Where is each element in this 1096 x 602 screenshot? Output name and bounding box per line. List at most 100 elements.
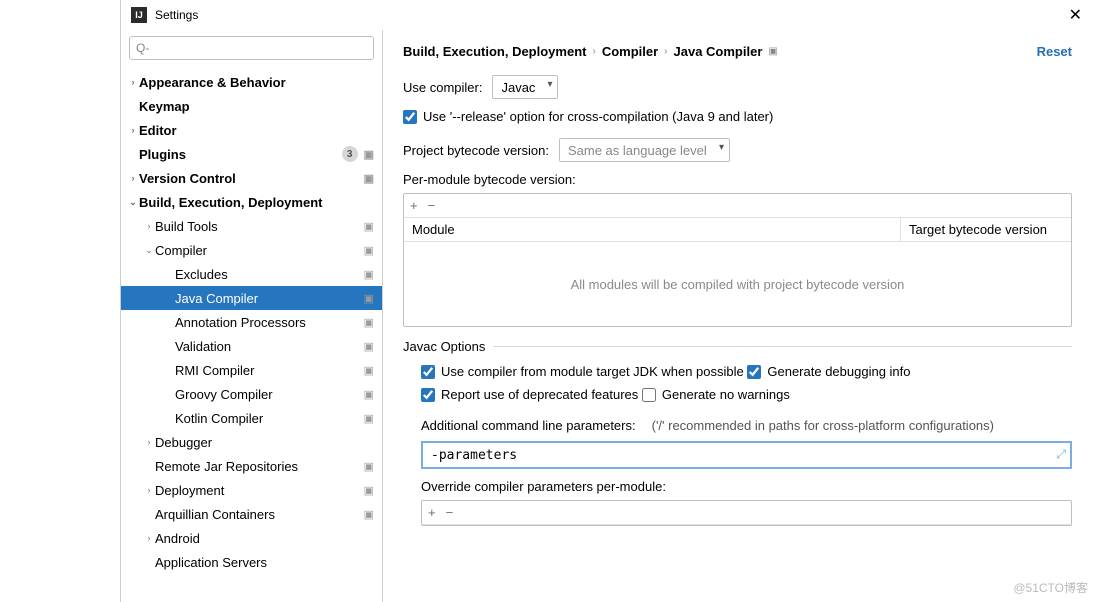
- release-option-checkbox[interactable]: [403, 110, 417, 124]
- tree-item-label: Annotation Processors: [175, 315, 306, 330]
- tree-item[interactable]: ›Android: [121, 526, 382, 550]
- chevron-right-icon: ›: [664, 46, 667, 57]
- tree-item[interactable]: Remote Jar Repositories▣: [121, 454, 382, 478]
- grid-empty-text: All modules will be compiled with projec…: [404, 242, 1071, 326]
- tree-item[interactable]: ›Deployment▣: [121, 478, 382, 502]
- project-icon: ▣: [364, 316, 374, 329]
- javac-options-label: Javac Options: [403, 339, 485, 354]
- params-input[interactable]: [421, 441, 1072, 469]
- tree-item[interactable]: Arquillian Containers ▣: [121, 502, 382, 526]
- tree-item[interactable]: Java Compiler ▣: [121, 286, 382, 310]
- project-icon: ▣: [364, 460, 374, 473]
- tree-item[interactable]: ›Version Control ▣: [121, 166, 382, 190]
- opt-deprecated-checkbox[interactable]: [421, 388, 435, 402]
- per-module-grid: + − Module Target bytecode version All m…: [403, 193, 1072, 327]
- chevron-right-icon: ›: [592, 46, 595, 57]
- project-icon: ▣: [364, 412, 374, 425]
- opt-nowarn-checkbox[interactable]: [642, 388, 656, 402]
- tree-item[interactable]: ⌄Build, Execution, Deployment: [121, 190, 382, 214]
- remove-icon[interactable]: −: [446, 505, 454, 520]
- tree-item-label: Deployment: [155, 483, 224, 498]
- chevron-icon: ›: [143, 221, 155, 231]
- close-icon[interactable]: ✕: [1065, 5, 1086, 25]
- tree-item-label: Keymap: [139, 99, 190, 114]
- project-icon: ▣: [364, 220, 374, 233]
- opt-module-jdk-checkbox[interactable]: [421, 365, 435, 379]
- tree-item-label: RMI Compiler: [175, 363, 254, 378]
- tree-item[interactable]: Plugins 3 ▣: [121, 142, 382, 166]
- tree-item[interactable]: Excludes▣: [121, 262, 382, 286]
- breadcrumb: Build, Execution, Deployment › Compiler …: [403, 44, 1072, 59]
- chevron-icon: ›: [127, 173, 139, 183]
- project-icon: ▣: [364, 244, 374, 257]
- breadcrumb-root[interactable]: Build, Execution, Deployment: [403, 44, 586, 59]
- tree-item[interactable]: Annotation Processors ▣: [121, 310, 382, 334]
- tree-item-label: Appearance & Behavior: [139, 75, 286, 90]
- divider: [493, 346, 1072, 347]
- tree-item[interactable]: RMI Compiler▣: [121, 358, 382, 382]
- project-icon: ▣: [364, 388, 374, 401]
- tree-item[interactable]: Validation ▣: [121, 334, 382, 358]
- tree-item-label: Validation: [175, 339, 231, 354]
- project-icon: ▣: [768, 46, 777, 57]
- tree-item[interactable]: Keymap: [121, 94, 382, 118]
- remove-icon[interactable]: −: [428, 198, 436, 213]
- chevron-icon: ›: [143, 533, 155, 543]
- tree-item-label: Arquillian Containers: [155, 507, 275, 522]
- search-input[interactable]: [129, 36, 374, 60]
- chevron-icon: ›: [143, 485, 155, 495]
- project-icon: ▣: [364, 292, 374, 305]
- content-panel: Build, Execution, Deployment › Compiler …: [383, 30, 1096, 602]
- tree-item-label: Android: [155, 531, 200, 546]
- project-bytecode-select[interactable]: Same as language level: [559, 138, 730, 162]
- project-icon: ▣: [364, 148, 374, 161]
- release-option-label: Use '--release' option for cross-compila…: [423, 109, 773, 124]
- tree-item[interactable]: Application Servers: [121, 550, 382, 574]
- tree-item-label: Compiler: [155, 243, 207, 258]
- add-icon[interactable]: +: [410, 198, 418, 213]
- params-label: Additional command line parameters:: [421, 418, 636, 433]
- chevron-icon: ›: [127, 77, 139, 87]
- chevron-icon: ⌄: [143, 245, 155, 256]
- override-grid: + −: [421, 500, 1072, 526]
- tree-item[interactable]: Groovy Compiler ▣: [121, 382, 382, 406]
- chevron-icon: ›: [143, 437, 155, 447]
- use-compiler-select[interactable]: Javac: [492, 75, 558, 99]
- tree-item-label: Build Tools: [155, 219, 218, 234]
- tree-item-label: Build, Execution, Deployment: [139, 195, 322, 210]
- grid-col-target: Target bytecode version: [901, 218, 1071, 241]
- expand-icon[interactable]: ⤢: [1056, 447, 1066, 462]
- tree-item[interactable]: ›Editor: [121, 118, 382, 142]
- breadcrumb-leaf: Java Compiler: [674, 44, 763, 59]
- tree-item[interactable]: ⌄Compiler ▣: [121, 238, 382, 262]
- project-icon: ▣: [364, 172, 374, 185]
- project-icon: ▣: [364, 508, 374, 521]
- badge: 3: [342, 146, 358, 162]
- reset-link[interactable]: Reset: [1037, 44, 1072, 59]
- opt-debug-checkbox[interactable]: [747, 365, 761, 379]
- tree-item-label: Excludes: [175, 267, 228, 282]
- tree-item-label: Version Control: [139, 171, 236, 186]
- tree-item[interactable]: ›Appearance & Behavior: [121, 70, 382, 94]
- breadcrumb-mid[interactable]: Compiler: [602, 44, 658, 59]
- opt-nowarn-label: Generate no warnings: [662, 387, 790, 402]
- use-compiler-label: Use compiler:: [403, 80, 482, 95]
- tree-item-label: Groovy Compiler: [175, 387, 273, 402]
- project-icon: ▣: [364, 340, 374, 353]
- tree-item-label: Application Servers: [155, 555, 267, 570]
- tree-item[interactable]: Kotlin Compiler▣: [121, 406, 382, 430]
- add-icon[interactable]: +: [428, 505, 436, 520]
- tree-item-label: Editor: [139, 123, 177, 138]
- grid-col-module: Module: [404, 218, 901, 241]
- tree-item[interactable]: ›Build Tools ▣: [121, 214, 382, 238]
- sidebar: ›Appearance & BehaviorKeymap›EditorPlugi…: [121, 30, 383, 602]
- tree-item-label: Plugins: [139, 147, 186, 162]
- tree-item[interactable]: ›Debugger: [121, 430, 382, 454]
- opt-debug-label: Generate debugging info: [767, 364, 910, 379]
- titlebar: IJ Settings ✕: [121, 0, 1096, 30]
- opt-module-jdk-label: Use compiler from module target JDK when…: [441, 364, 744, 379]
- tree-item-label: Java Compiler: [175, 291, 258, 306]
- settings-tree: ›Appearance & BehaviorKeymap›EditorPlugi…: [121, 66, 382, 602]
- per-module-label: Per-module bytecode version:: [403, 172, 1072, 187]
- chevron-icon: ⌄: [127, 197, 139, 208]
